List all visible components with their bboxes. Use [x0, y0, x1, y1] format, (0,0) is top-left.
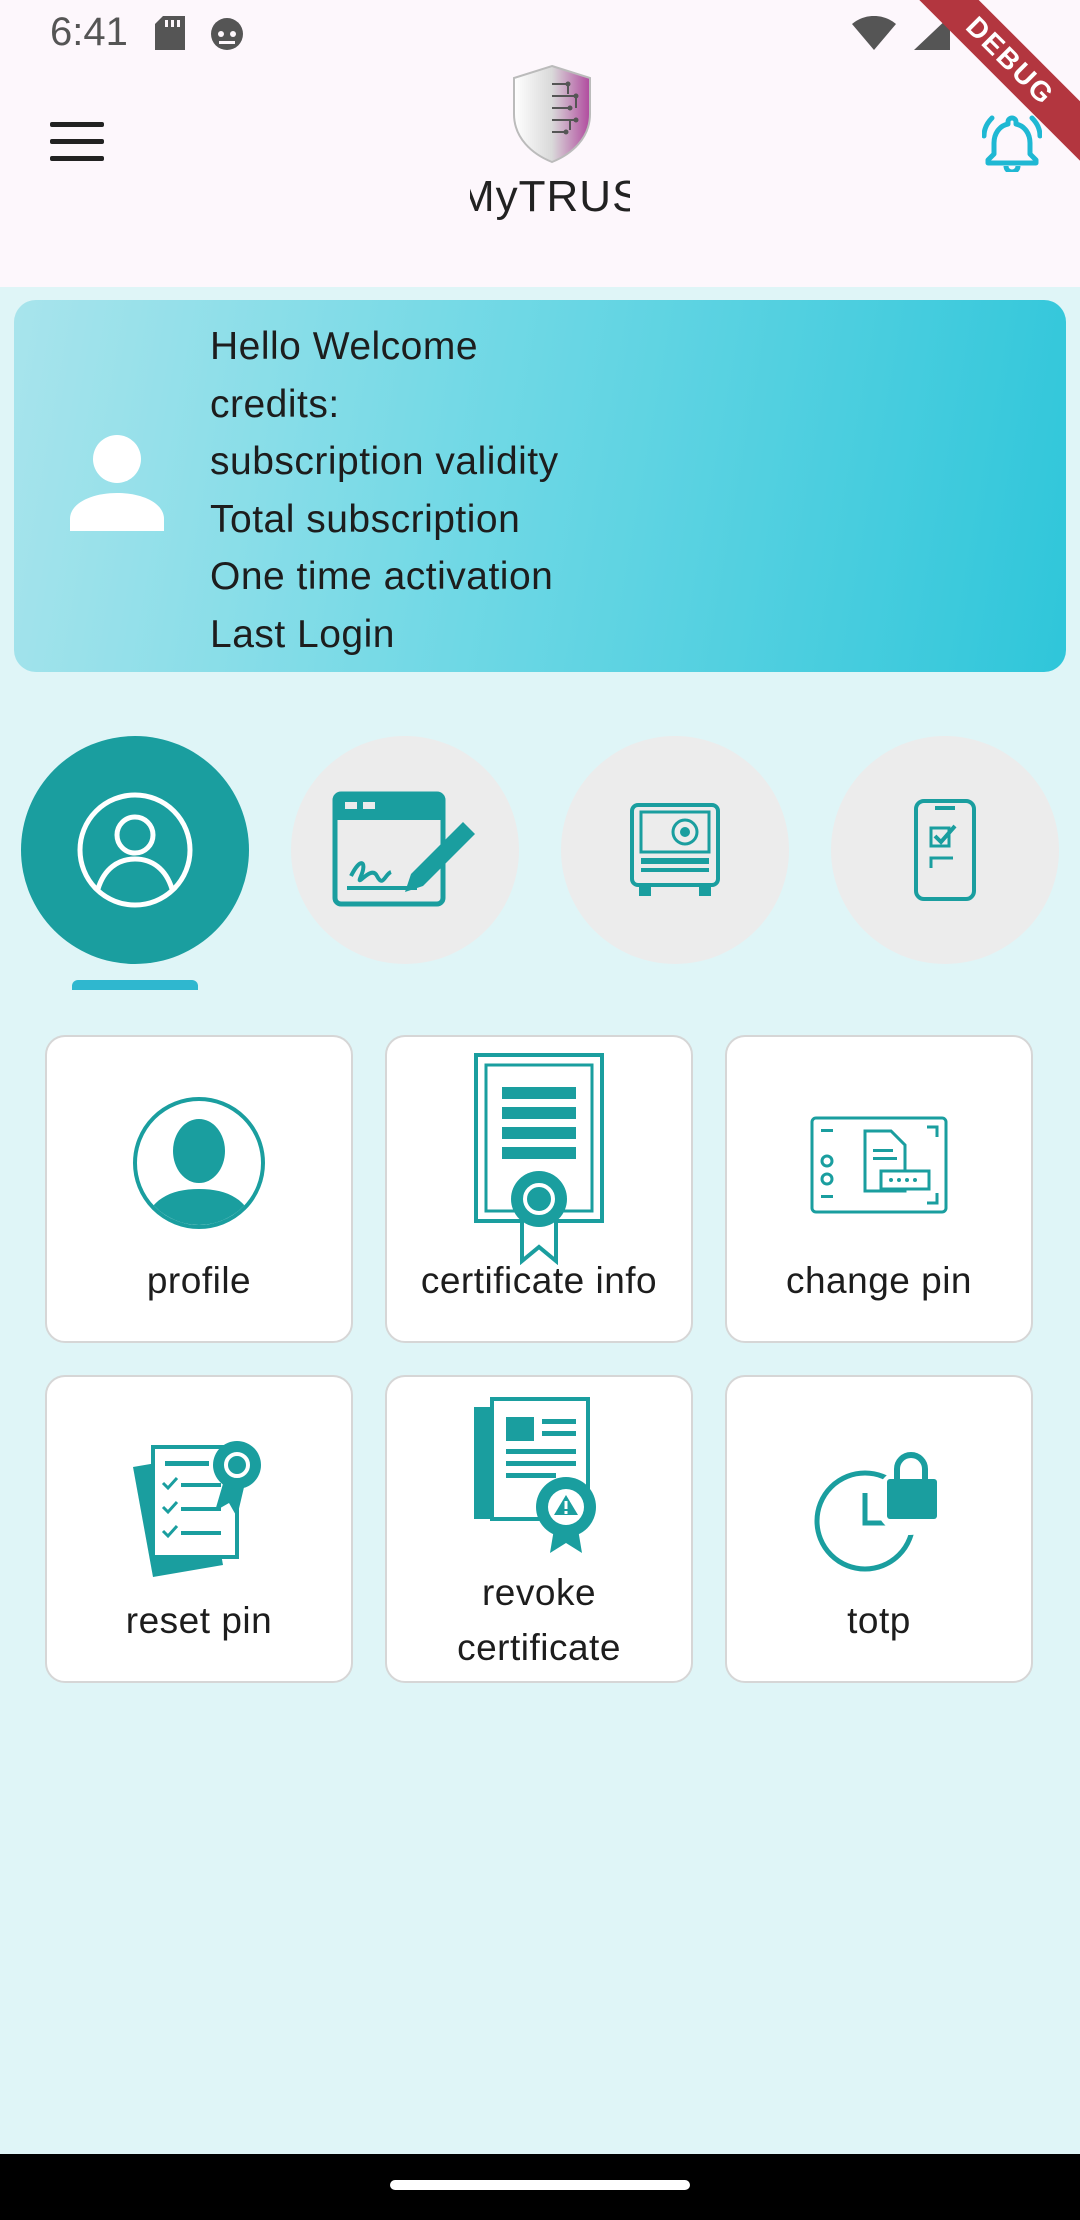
menu-button[interactable] [50, 122, 104, 164]
tile-change-pin[interactable]: change pin [725, 1035, 1033, 1343]
category-tab-vault[interactable] [561, 736, 789, 964]
home-gesture-handle[interactable] [390, 2180, 690, 2190]
welcome-info: Hello Welcome credits: subscription vali… [210, 318, 559, 664]
totp-icon [814, 1452, 943, 1572]
menu-icon-bar [50, 122, 104, 127]
mobile-check-icon [914, 799, 976, 901]
reset-pin-icon [133, 1441, 261, 1577]
e-sign-icon [332, 791, 475, 907]
notification-bell-icon[interactable] [982, 112, 1042, 172]
app-logo: MyTRUST [470, 60, 630, 230]
menu-icon-bar [50, 156, 104, 161]
welcome-greeting: Hello Welcome [210, 325, 479, 368]
wifi-icon [852, 16, 896, 50]
status-time: 6:41 [50, 10, 128, 54]
tile-icon-wrap [47, 1437, 351, 1577]
one-time-activation-label: One time activation [210, 555, 554, 599]
user-avatar-icon [70, 435, 164, 531]
vault-icon [630, 803, 720, 896]
tile-label: totp [847, 1600, 911, 1641]
status-notification-icons [155, 16, 245, 50]
app-header: 6:41 DEBUG MyTRUST [0, 0, 1080, 287]
tile-icon-wrap [387, 1397, 691, 1557]
tile-revoke-certificate[interactable]: revoke certificate [385, 1375, 693, 1683]
category-tab-indicator [72, 980, 198, 990]
user-circle-icon [77, 792, 193, 908]
tile-profile[interactable]: profile [45, 1035, 353, 1343]
change-pin-icon [810, 1116, 948, 1214]
menu-icon-bar [50, 139, 104, 144]
category-tab-esign[interactable] [291, 736, 519, 964]
tile-label: certificate info [420, 1260, 658, 1301]
category-tab-mobile[interactable] [831, 736, 1059, 964]
logo-text: MyTRUST [470, 172, 630, 221]
tile-label: profile [146, 1260, 252, 1301]
tile-label: reset pin [125, 1600, 273, 1641]
subscription-validity-label: subscription validity [210, 440, 559, 484]
profile-icon [133, 1097, 265, 1229]
tile-icon-wrap [727, 1441, 1031, 1577]
sd-card-icon [155, 16, 185, 50]
tile-icon-wrap [387, 1051, 691, 1265]
tile-icon-wrap [727, 1115, 1031, 1215]
revoke-certificate-icon [474, 1397, 596, 1553]
android-debug-icon [211, 18, 243, 50]
certificate-icon [474, 1053, 604, 1265]
tile-icon-wrap [47, 1093, 351, 1233]
tile-certificate-info[interactable]: certificate info [385, 1035, 693, 1343]
welcome-card: Hello Welcome credits: subscription vali… [14, 300, 1066, 672]
last-login-label: Last Login [210, 612, 395, 656]
credits-label: credits: [210, 382, 340, 426]
tile-label: change pin [785, 1260, 973, 1301]
total-subscription-label: Total subscription [210, 497, 521, 541]
tile-totp[interactable]: totp [725, 1375, 1033, 1683]
tile-reset-pin[interactable]: reset pin [45, 1375, 353, 1683]
shield-logo-icon [513, 64, 591, 164]
tile-label: revoke certificate [457, 1572, 621, 1668]
category-tab-profile[interactable] [21, 736, 249, 964]
